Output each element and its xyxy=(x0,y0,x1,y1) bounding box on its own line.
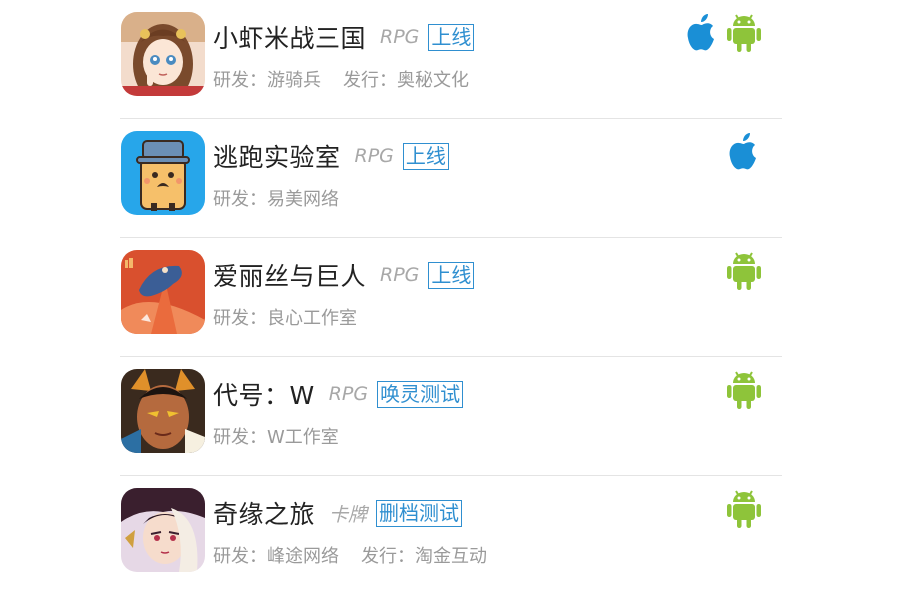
android-icon[interactable] xyxy=(726,12,762,54)
android-icon[interactable] xyxy=(726,369,762,411)
platform-icons xyxy=(678,12,762,54)
game-name[interactable]: 逃跑实验室 xyxy=(213,138,341,174)
game-thumbnail[interactable] xyxy=(121,369,205,453)
genre-label: RPG xyxy=(328,383,369,405)
status-badge: 删档测试 xyxy=(376,499,463,527)
game-list-item: 小虾米战三国 RPG 上线 研发：游骑兵 发行：奥秘文化 xyxy=(120,0,782,119)
game-meta: 研发：游骑兵 发行：奥秘文化 xyxy=(213,66,469,92)
game-list-item: 奇缘之旅 卡牌 删档测试 研发：峰途网络 发行：淘金互动 xyxy=(120,476,782,595)
game-name[interactable]: 小虾米战三国 xyxy=(213,19,366,55)
publisher-text: 发行：奥秘文化 xyxy=(343,70,469,91)
status-badge: 唤灵测试 xyxy=(377,380,464,408)
game-name[interactable]: 代号：W xyxy=(213,376,315,412)
status-badge: 上线 xyxy=(402,142,449,170)
developer-text: 研发：易美网络 xyxy=(213,189,339,210)
game-thumbnail[interactable] xyxy=(121,12,205,96)
game-name[interactable]: 奇缘之旅 xyxy=(213,495,315,531)
game-thumbnail[interactable] xyxy=(121,488,205,572)
developer-text: 研发：游骑兵 xyxy=(213,70,321,91)
platform-icons xyxy=(720,369,762,411)
game-list-item: 逃跑实验室 RPG 上线 研发：易美网络 xyxy=(120,119,782,238)
platform-icons xyxy=(720,131,762,173)
apple-icon[interactable] xyxy=(684,12,720,54)
apple-icon[interactable] xyxy=(726,131,762,173)
android-icon[interactable] xyxy=(726,250,762,292)
developer-text: 研发：峰途网络 xyxy=(213,546,339,567)
developer-text: 研发：W工作室 xyxy=(213,427,339,448)
game-list-item: 代号：W RPG 唤灵测试 研发：W工作室 xyxy=(120,357,782,476)
status-badge: 上线 xyxy=(428,261,475,289)
game-thumbnail[interactable] xyxy=(121,250,205,334)
status-badge: 上线 xyxy=(428,23,475,51)
genre-label: 卡牌 xyxy=(329,503,368,526)
genre-label: RPG xyxy=(380,26,420,48)
platform-icons xyxy=(720,488,762,530)
developer-text: 研发：良心工作室 xyxy=(213,308,357,329)
game-thumbnail[interactable] xyxy=(121,131,205,215)
platform-icons xyxy=(720,250,762,292)
game-name[interactable]: 爱丽丝与巨人 xyxy=(213,257,366,293)
genre-label: RPG xyxy=(380,264,420,286)
game-meta: 研发：W工作室 xyxy=(213,423,339,449)
game-meta: 研发：良心工作室 xyxy=(213,304,357,330)
game-list-item: 爱丽丝与巨人 RPG 上线 研发：良心工作室 xyxy=(120,238,782,357)
genre-label: RPG xyxy=(354,145,394,167)
game-meta: 研发：易美网络 xyxy=(213,185,339,211)
game-list: 小虾米战三国 RPG 上线 研发：游骑兵 发行：奥秘文化 逃跑实验室 RPG 上… xyxy=(120,0,782,595)
android-icon[interactable] xyxy=(726,488,762,530)
publisher-text: 发行：淘金互动 xyxy=(361,546,487,567)
game-meta: 研发：峰途网络 发行：淘金互动 xyxy=(213,542,487,568)
